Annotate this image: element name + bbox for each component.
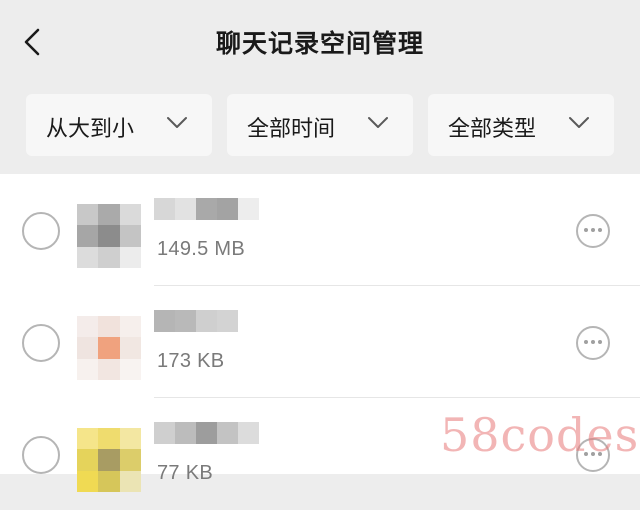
mosaic-cell [196, 422, 217, 444]
mosaic-cell [77, 428, 99, 450]
more-icon [578, 340, 608, 344]
select-radio[interactable] [22, 436, 60, 474]
mosaic-cell [175, 310, 196, 332]
list-item[interactable]: 149.5 MB [0, 174, 640, 286]
mosaic-cell [217, 310, 238, 332]
mosaic-cell [77, 316, 99, 338]
sort-order-dropdown[interactable]: 从大到小 [26, 94, 212, 156]
mosaic-cell [119, 337, 141, 359]
chevron-down-icon [368, 117, 388, 128]
storage-size: 149.5 MB [157, 238, 246, 260]
mosaic-cell [77, 246, 99, 268]
chat-avatar-thumbnail[interactable] [77, 204, 141, 268]
chat-avatar-thumbnail[interactable] [77, 428, 141, 492]
mosaic-cell [98, 225, 120, 247]
mosaic-cell [119, 316, 141, 338]
storage-size: 77 KB [157, 462, 213, 484]
chat-avatar-thumbnail[interactable] [77, 316, 141, 380]
page-title: 聊天记录空间管理 [215, 29, 424, 58]
mosaic-cell [98, 246, 120, 268]
more-button[interactable] [576, 326, 610, 360]
mosaic-cell [119, 246, 141, 268]
time-range-dropdown[interactable]: 全部时间 [227, 94, 413, 156]
sort-order-label: 从大到小 [46, 117, 135, 142]
time-range-label: 全部时间 [247, 117, 336, 142]
mosaic-cell [154, 198, 175, 220]
mosaic-cell [175, 422, 196, 444]
mosaic-cell [98, 316, 120, 338]
mosaic-cell [98, 358, 120, 380]
mosaic-cell [154, 422, 175, 444]
mosaic-cell [238, 422, 259, 444]
mosaic-cell [77, 449, 99, 471]
more-button[interactable] [576, 214, 610, 248]
type-dropdown[interactable]: 全部类型 [428, 94, 614, 156]
mosaic-cell [154, 310, 175, 332]
filter-bar: 从大到小 全部时间 全部类型 [26, 94, 616, 156]
chat-name-blurred [154, 198, 259, 220]
more-button[interactable] [576, 438, 610, 472]
mosaic-cell [217, 198, 238, 220]
mosaic-cell [119, 204, 141, 226]
mosaic-cell [77, 358, 99, 380]
mosaic-cell [119, 225, 141, 247]
mosaic-cell [98, 204, 120, 226]
list-item[interactable]: 173 KB [0, 286, 640, 398]
chevron-down-icon [167, 117, 187, 128]
mosaic-cell [196, 310, 217, 332]
mosaic-cell [196, 198, 217, 220]
mosaic-cell [238, 198, 259, 220]
mosaic-cell [119, 358, 141, 380]
chat-storage-list: 149.5 MB 173 KB 77 KB [0, 174, 640, 492]
mosaic-cell [77, 470, 99, 492]
mosaic-cell [217, 422, 238, 444]
mosaic-cell [119, 428, 141, 450]
mosaic-cell [119, 470, 141, 492]
chevron-down-icon [569, 117, 589, 128]
mosaic-cell [175, 198, 196, 220]
chat-name-blurred [154, 310, 238, 332]
type-label: 全部类型 [448, 117, 537, 142]
mosaic-cell [77, 337, 99, 359]
mosaic-cell [98, 449, 120, 471]
storage-size: 173 KB [157, 350, 225, 372]
more-icon [578, 228, 608, 232]
list-item[interactable]: 77 KB [0, 398, 640, 510]
mosaic-cell [98, 337, 120, 359]
mosaic-cell [119, 449, 141, 471]
mosaic-cell [98, 428, 120, 450]
select-radio[interactable] [22, 324, 60, 362]
chat-name-blurred [154, 422, 259, 444]
mosaic-cell [77, 204, 99, 226]
mosaic-cell [77, 225, 99, 247]
more-icon [578, 452, 608, 456]
select-radio[interactable] [22, 212, 60, 250]
nav-header: 聊天记录空间管理 [0, 0, 640, 86]
mosaic-cell [98, 470, 120, 492]
